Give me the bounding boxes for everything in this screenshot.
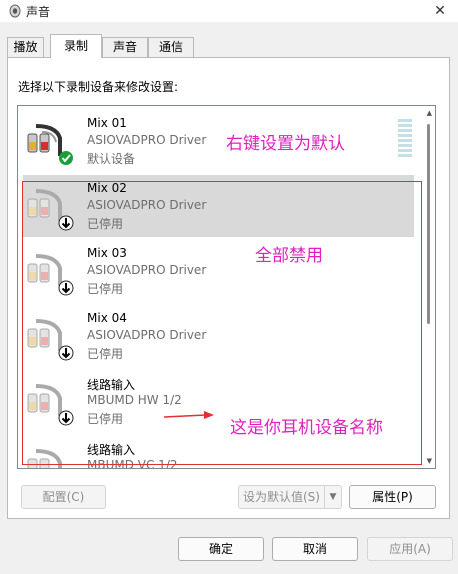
list-item[interactable]: Mix 04 ASIOVADPRO Driver 已停用 <box>23 305 414 367</box>
rca-cable-icon <box>27 254 74 296</box>
tab-playback[interactable]: 播放 <box>7 37 44 57</box>
device-driver: ASIOVADPRO Driver <box>87 328 207 342</box>
device-name: Mix 02 <box>87 181 127 195</box>
list-item[interactable]: Mix 03 ASIOVADPRO Driver 已停用 <box>23 240 414 302</box>
annotation-disable-all: 全部禁用 <box>255 246 323 266</box>
tab-recording[interactable]: 录制 <box>50 34 102 58</box>
device-status: 已停用 <box>87 347 124 361</box>
properties-button[interactable]: 属性(P) <box>349 485 436 509</box>
tab-communications[interactable]: 通信 <box>148 37 194 57</box>
scroll-thumb[interactable] <box>427 124 430 324</box>
instruction-text: 选择以下录制设备来修改设置: <box>18 80 179 94</box>
device-driver: MBUMD VC 1/2 <box>87 458 178 469</box>
set-default-dropdown[interactable]: ▼ <box>324 485 342 509</box>
rca-cable-icon <box>27 189 74 231</box>
chevron-down-icon: ▼ <box>329 492 337 502</box>
configure-button[interactable]: 配置(C) <box>21 485 106 509</box>
rca-cable-icon <box>27 449 62 468</box>
rca-cable-icon <box>27 384 74 426</box>
device-name: Mix 04 <box>87 311 127 325</box>
device-driver: MBUMD HW 1/2 <box>87 393 182 407</box>
arrow-icon <box>163 411 214 419</box>
cancel-button[interactable]: 取消 <box>272 537 358 561</box>
device-name: 线路输入 <box>87 378 136 392</box>
device-driver: ASIOVADPRO Driver <box>87 263 207 277</box>
device-status: 已停用 <box>87 282 124 296</box>
scroll-up-icon[interactable]: ▲ <box>427 109 432 117</box>
device-name: Mix 01 <box>87 116 127 130</box>
close-button[interactable]: ✕ <box>430 1 450 21</box>
list-item[interactable]: Mix 01 ASIOVADPRO Driver 默认设备 <box>23 110 414 172</box>
annotation-set-default: 右键设置为默认 <box>226 134 345 154</box>
list-item[interactable]: Mix 02 ASIOVADPRO Driver 已停用 <box>23 175 414 237</box>
set-default-button[interactable]: 设为默认值(S) <box>238 485 324 509</box>
device-status: 默认设备 <box>87 152 136 166</box>
rca-cable-icon <box>27 319 74 361</box>
scrollbar[interactable]: ▲ ▼ <box>421 106 435 468</box>
check-icon <box>59 151 73 165</box>
list-item[interactable]: 线路输入 MBUMD VC 1/2 <box>23 435 414 469</box>
scroll-down-icon[interactable]: ▼ <box>427 457 432 465</box>
device-driver: ASIOVADPRO Driver <box>87 133 207 147</box>
level-meter <box>398 119 412 157</box>
apply-button[interactable]: 应用(A) <box>367 537 453 561</box>
device-name: Mix 03 <box>87 246 127 260</box>
device-driver: ASIOVADPRO Driver <box>87 198 207 212</box>
title-bar: 声音 ✕ <box>0 0 458 22</box>
tab-sounds[interactable]: 声音 <box>102 37 148 57</box>
ok-button[interactable]: 确定 <box>178 537 264 561</box>
annotation-device-name: 这是你耳机设备名称 <box>230 418 383 438</box>
rca-cable-icon <box>27 124 73 165</box>
device-status: 已停用 <box>87 217 124 231</box>
speaker-icon <box>9 4 21 18</box>
device-status: 已停用 <box>87 412 124 426</box>
device-name: 线路输入 <box>87 443 136 457</box>
window-title: 声音 <box>26 5 51 19</box>
